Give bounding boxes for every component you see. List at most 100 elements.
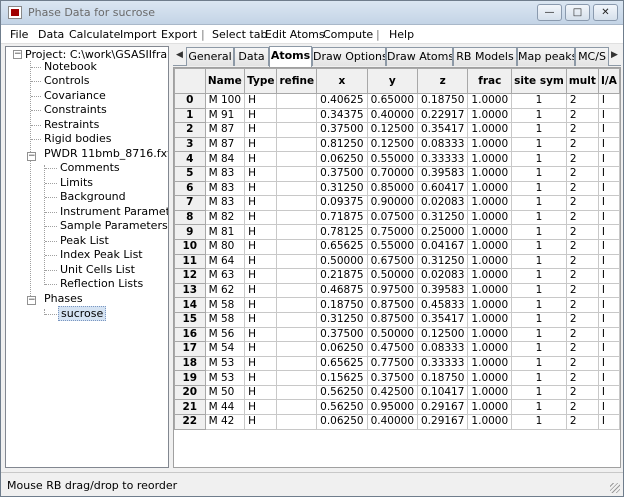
tree-item-unit-cells-list[interactable]: Unit Cells List [60, 263, 135, 277]
grid-cell[interactable]: 0.56250 [316, 399, 368, 416]
grid-cell[interactable] [276, 165, 318, 182]
grid-cell[interactable]: 0.50000 [316, 253, 368, 270]
grid-cell[interactable]: 0.25000 [416, 224, 469, 240]
grid-cell[interactable]: 1.0000 [467, 238, 513, 255]
grid-cell[interactable] [276, 355, 318, 372]
tree-item-background[interactable]: Background [60, 190, 126, 204]
grid-cell[interactable]: H [244, 151, 278, 167]
grid-cell[interactable]: 1 [511, 370, 567, 386]
tab-atoms[interactable]: Atoms [269, 46, 312, 67]
menu-import[interactable]: Import [120, 28, 157, 41]
grid-cell[interactable]: M 80 [204, 238, 246, 255]
grid-cell[interactable]: 0.81250 [316, 136, 368, 153]
grid-cell[interactable]: 0.39583 [416, 165, 469, 182]
grid-cell[interactable]: I [597, 209, 620, 226]
grid-cell[interactable]: I [597, 195, 620, 211]
grid-cell[interactable]: M 53 [204, 370, 246, 386]
grid-cell[interactable]: 0.15625 [316, 370, 368, 386]
row-header[interactable]: 4 [174, 151, 206, 167]
resize-grip-icon[interactable] [610, 483, 620, 493]
grid-cell[interactable]: 0.71875 [316, 209, 368, 226]
grid-cell[interactable]: 1 [511, 93, 567, 109]
grid-cell[interactable]: I [597, 238, 620, 255]
grid-cell[interactable] [276, 136, 318, 153]
grid-cell[interactable]: M 87 [204, 122, 246, 138]
grid-cell[interactable] [276, 93, 318, 109]
grid-cell[interactable]: I [597, 151, 620, 167]
grid-cell[interactable] [276, 311, 318, 328]
tree-item-instrument-parameters[interactable]: Instrument Parameters [60, 205, 168, 219]
tree-item-sample-parameters[interactable]: Sample Parameters [60, 219, 168, 233]
table-row[interactable]: 10 M 80 H 0.65625 0.55000 0.04167 1.0000 1 2 I [174, 238, 620, 255]
table-row[interactable]: 1M 91 H 0.34375 0.40000 0.22917 1.0000 1 2 I [174, 107, 620, 124]
table-row[interactable]: 11 M 64 H 0.50000 0.67500 0.31250 1.0000 1 2 I [174, 253, 620, 270]
column-header[interactable]: mult [565, 68, 599, 94]
grid-cell[interactable]: 0.04167 [416, 238, 469, 255]
grid-cell[interactable]: 0.65625 [316, 238, 368, 255]
grid-cell[interactable]: H [244, 268, 278, 284]
grid-cell[interactable]: 0.06250 [316, 151, 368, 167]
grid-cell[interactable]: 0.87500 [366, 297, 419, 313]
grid-cell[interactable]: 2 [565, 224, 599, 240]
grid-cell[interactable]: H [244, 253, 278, 270]
table-row[interactable]: 4M 84 H 0.06250 0.55000 0.33333 1.0000 1 2 I [174, 151, 620, 167]
grid-cell[interactable]: 1 [511, 311, 567, 328]
grid-cell[interactable]: 1 [511, 355, 567, 372]
table-row[interactable]: 0M 100 H 0.40625 0.65000 0.18750 1.0000 1 2 I [174, 93, 620, 109]
grid-cell[interactable]: 1.0000 [467, 224, 513, 240]
grid-cell[interactable] [276, 282, 318, 299]
grid-cell[interactable]: 1.0000 [467, 195, 513, 211]
grid-cell[interactable]: 2 [565, 297, 599, 313]
grid-cell[interactable]: H [244, 370, 278, 386]
column-header[interactable]: Type [244, 68, 278, 94]
table-row[interactable]: 3M 87 H 0.81250 0.12500 0.08333 1.0000 1 2 I [174, 136, 620, 153]
grid-cell[interactable]: 2 [565, 238, 599, 255]
table-row[interactable]: 14 M 58 H 0.18750 0.87500 0.45833 1.0000 1 2 I [174, 297, 620, 313]
grid-cell[interactable]: M 58 [204, 311, 246, 328]
menu-export[interactable]: Export [161, 28, 197, 41]
column-header[interactable]: I/A [597, 68, 620, 94]
tree-item-pwdr[interactable]: PWDR 11bmb_8716.fxye Ban [44, 147, 168, 161]
grid-cell[interactable]: 1.0000 [467, 253, 513, 270]
grid-cell[interactable]: 1.0000 [467, 209, 513, 226]
grid-cell[interactable]: H [244, 165, 278, 182]
grid-cell[interactable]: M 91 [204, 107, 246, 124]
grid-cell[interactable]: 2 [565, 107, 599, 124]
grid-cell[interactable]: 1.0000 [467, 370, 513, 386]
row-header[interactable]: 11 [174, 253, 206, 270]
grid-cell[interactable]: 1 [511, 122, 567, 138]
grid-cell[interactable]: 2 [565, 282, 599, 299]
tab-general[interactable]: General [186, 47, 234, 66]
table-row[interactable]: 2M 87 H 0.37500 0.12500 0.35417 1.0000 1 2 I [174, 122, 620, 138]
row-header[interactable]: 10 [174, 238, 206, 255]
grid-cell[interactable]: 1.0000 [467, 355, 513, 372]
grid-cell[interactable]: I [597, 224, 620, 240]
grid-cell[interactable]: 1.0000 [467, 341, 513, 357]
grid-cell[interactable]: 0.67500 [366, 253, 419, 270]
row-header[interactable]: 13 [174, 282, 206, 299]
grid-cell[interactable]: H [244, 209, 278, 226]
grid-cell[interactable]: M 56 [204, 326, 246, 343]
grid-cell[interactable]: I [597, 268, 620, 284]
row-header[interactable]: 22 [174, 414, 206, 430]
grid-cell[interactable] [276, 268, 318, 284]
grid-cell[interactable]: M 87 [204, 136, 246, 153]
grid-cell[interactable]: 2 [565, 136, 599, 153]
grid-cell[interactable]: I [597, 253, 620, 270]
grid-cell[interactable]: 1 [511, 399, 567, 416]
column-header[interactable]: refine [276, 68, 318, 94]
grid-cell[interactable]: I [597, 370, 620, 386]
grid-cell[interactable]: 1.0000 [467, 151, 513, 167]
grid-cell[interactable] [276, 180, 318, 197]
grid-cell[interactable]: M 83 [204, 165, 246, 182]
grid-cell[interactable] [276, 341, 318, 357]
grid-cell[interactable]: 0.40000 [366, 414, 419, 430]
table-row[interactable]: 6M 83 H 0.31250 0.85000 0.60417 1.0000 1 2 I [174, 180, 620, 197]
grid-cell[interactable]: 1.0000 [467, 107, 513, 124]
tree-item-constraints[interactable]: Constraints [44, 103, 107, 117]
tree-item-comments[interactable]: Comments [60, 161, 120, 175]
grid-cell[interactable] [276, 399, 318, 416]
grid-cell[interactable]: I [597, 136, 620, 153]
grid-cell[interactable]: M 58 [204, 297, 246, 313]
table-row[interactable]: 7M 83 H 0.09375 0.90000 0.02083 1.0000 1 2 I [174, 195, 620, 211]
